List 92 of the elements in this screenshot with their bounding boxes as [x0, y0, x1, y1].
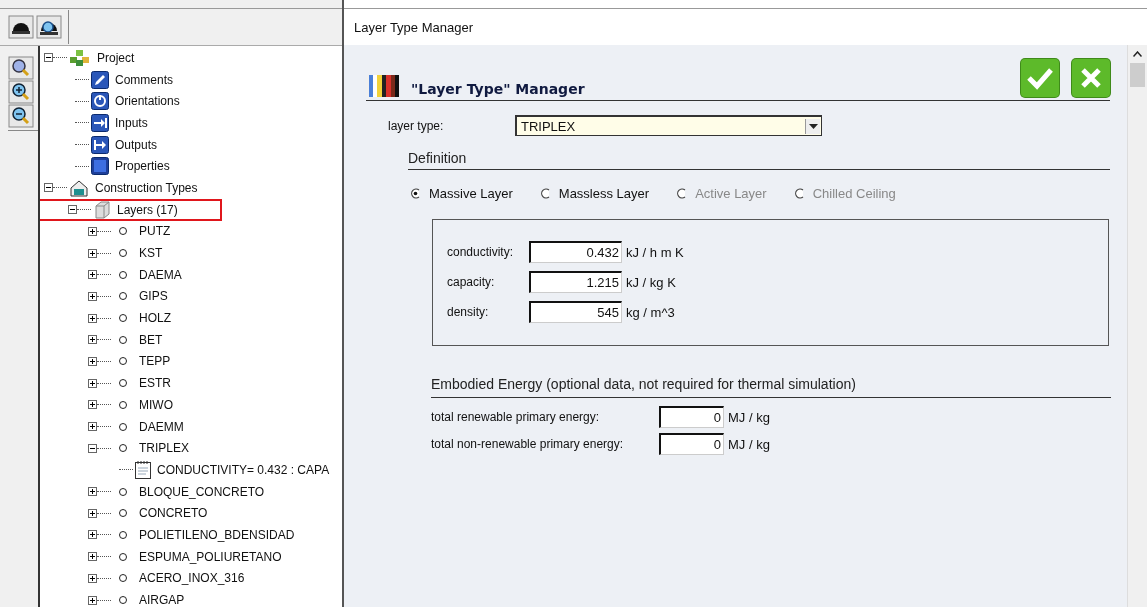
- panel-icon: [93, 200, 111, 219]
- caret-icon: [808, 123, 818, 129]
- field-label: total renewable primary energy:: [431, 410, 601, 424]
- expand-icon[interactable]: [88, 595, 97, 605]
- field-label: total non-renewable primary energy:: [431, 437, 625, 451]
- unit-label: MJ / kg: [728, 436, 770, 452]
- notepad-icon: [135, 460, 151, 479]
- expand-icon[interactable]: [88, 530, 97, 540]
- input-field[interactable]: 545: [529, 301, 622, 323]
- check-icon: [1026, 66, 1054, 90]
- tree-item[interactable]: GIPS: [139, 289, 168, 304]
- expand-icon[interactable]: [88, 487, 97, 497]
- expand-icon[interactable]: [88, 508, 97, 518]
- scrollbar-thumb[interactable]: [1130, 63, 1145, 87]
- section-title: Definition: [408, 150, 1110, 170]
- tree-item[interactable]: Layers (17): [117, 202, 178, 217]
- tree-item[interactable]: DAEMA: [139, 267, 182, 282]
- tree-item[interactable]: Construction Types: [95, 180, 198, 195]
- tree-item[interactable]: Inputs: [115, 115, 148, 130]
- field-label: density:: [447, 305, 490, 319]
- color-stripes-icon: [366, 75, 399, 97]
- tree-item[interactable]: Orientations: [115, 94, 180, 109]
- tree-item[interactable]: BET: [139, 332, 163, 347]
- tree-item[interactable]: PUTZ: [139, 224, 171, 239]
- expand-icon[interactable]: [88, 291, 97, 301]
- caret-up-icon[interactable]: [1133, 51, 1142, 57]
- zoom-in-icon[interactable]: [8, 80, 34, 104]
- tree-item[interactable]: Properties: [115, 159, 170, 174]
- expand-icon[interactable]: [88, 573, 97, 583]
- unit-label: kJ / h m K: [626, 244, 684, 260]
- tree-item[interactable]: TEPP: [139, 354, 171, 369]
- tree-item[interactable]: HOLZ: [139, 311, 171, 326]
- scrollbar[interactable]: [1127, 45, 1147, 607]
- tree-item[interactable]: BLOQUE_CONCRETO: [139, 484, 265, 499]
- expand-icon[interactable]: [88, 313, 97, 323]
- expand-icon[interactable]: [88, 378, 97, 388]
- input-field[interactable]: 0.432: [529, 241, 622, 263]
- expand-icon[interactable]: [88, 552, 97, 562]
- expand-icon[interactable]: [88, 226, 97, 236]
- radio-icon[interactable]: [539, 188, 551, 199]
- tree-item[interactable]: Comments: [115, 72, 173, 87]
- tree-item[interactable]: CONDUCTIVITY= 0.432 : CAPA: [157, 462, 330, 477]
- close-icon: [1079, 66, 1103, 90]
- pencil-icon: [91, 70, 109, 89]
- zoom-out-icon[interactable]: [8, 104, 34, 128]
- tree-item[interactable]: ACERO_INOX_316: [139, 571, 245, 586]
- layer-type-dropdown[interactable]: TRIPLEX: [515, 115, 822, 136]
- expand-icon[interactable]: [88, 422, 97, 432]
- collapse-icon[interactable]: [44, 53, 53, 63]
- input-field[interactable]: 0: [659, 406, 724, 428]
- tree-item[interactable]: MIWO: [139, 397, 173, 412]
- helmet-icon[interactable]: [8, 15, 34, 39]
- expand-icon[interactable]: [88, 335, 97, 345]
- unit-label: kJ / kg K: [626, 274, 676, 290]
- tree-item[interactable]: ESTR: [139, 376, 171, 391]
- tree-item[interactable]: ESPUMA_POLIURETANO: [139, 549, 282, 564]
- collapse-icon[interactable]: [44, 183, 53, 193]
- radio-icon[interactable]: [410, 188, 421, 199]
- compass-icon: [91, 92, 109, 111]
- expand-icon[interactable]: [88, 356, 97, 366]
- collapse-icon[interactable]: [68, 205, 77, 215]
- expand-icon[interactable]: [88, 270, 97, 280]
- tree-item[interactable]: Project: [97, 50, 135, 65]
- window-title: Layer Type Manager: [354, 19, 473, 35]
- square-icon: [91, 157, 109, 176]
- tree-item[interactable]: POLIETILENO_BDENSIDAD: [139, 527, 295, 542]
- field-label: layer type:: [388, 118, 445, 133]
- export-icon: [91, 135, 109, 154]
- unit-label: MJ / kg: [728, 409, 770, 425]
- input-field[interactable]: 1.215: [529, 271, 622, 293]
- tree-item[interactable]: Outputs: [115, 137, 158, 152]
- collapse-icon[interactable]: [88, 443, 97, 453]
- input-field[interactable]: 0: [659, 433, 724, 455]
- import-icon: [91, 113, 109, 132]
- tree-item[interactable]: DAEMM: [139, 419, 184, 434]
- expand-icon[interactable]: [88, 248, 97, 258]
- tree-item[interactable]: CONCRETO: [139, 506, 208, 521]
- field-label: capacity:: [447, 275, 496, 289]
- tree-item[interactable]: AIRGAP: [139, 593, 185, 607]
- zoom-fit-icon[interactable]: [8, 56, 34, 80]
- manager-heading: "Layer Type" Manager: [411, 81, 585, 97]
- helmet-search-icon[interactable]: [36, 15, 62, 39]
- tree-item[interactable]: TRIPLEX: [139, 441, 189, 456]
- expand-icon[interactable]: [88, 400, 97, 410]
- radio-option[interactable]: Massive Layer: [410, 186, 513, 201]
- tree-item[interactable]: KST: [139, 246, 163, 261]
- house-icon: [69, 178, 89, 197]
- unit-label: kg / m^3: [626, 304, 675, 320]
- field-label: conductivity:: [447, 245, 515, 259]
- cubes-icon: [69, 49, 91, 66]
- radio-option[interactable]: Massless Layer: [539, 186, 650, 201]
- section-title: Embodied Energy (optional data, not required for thermal simulation): [431, 376, 1111, 398]
